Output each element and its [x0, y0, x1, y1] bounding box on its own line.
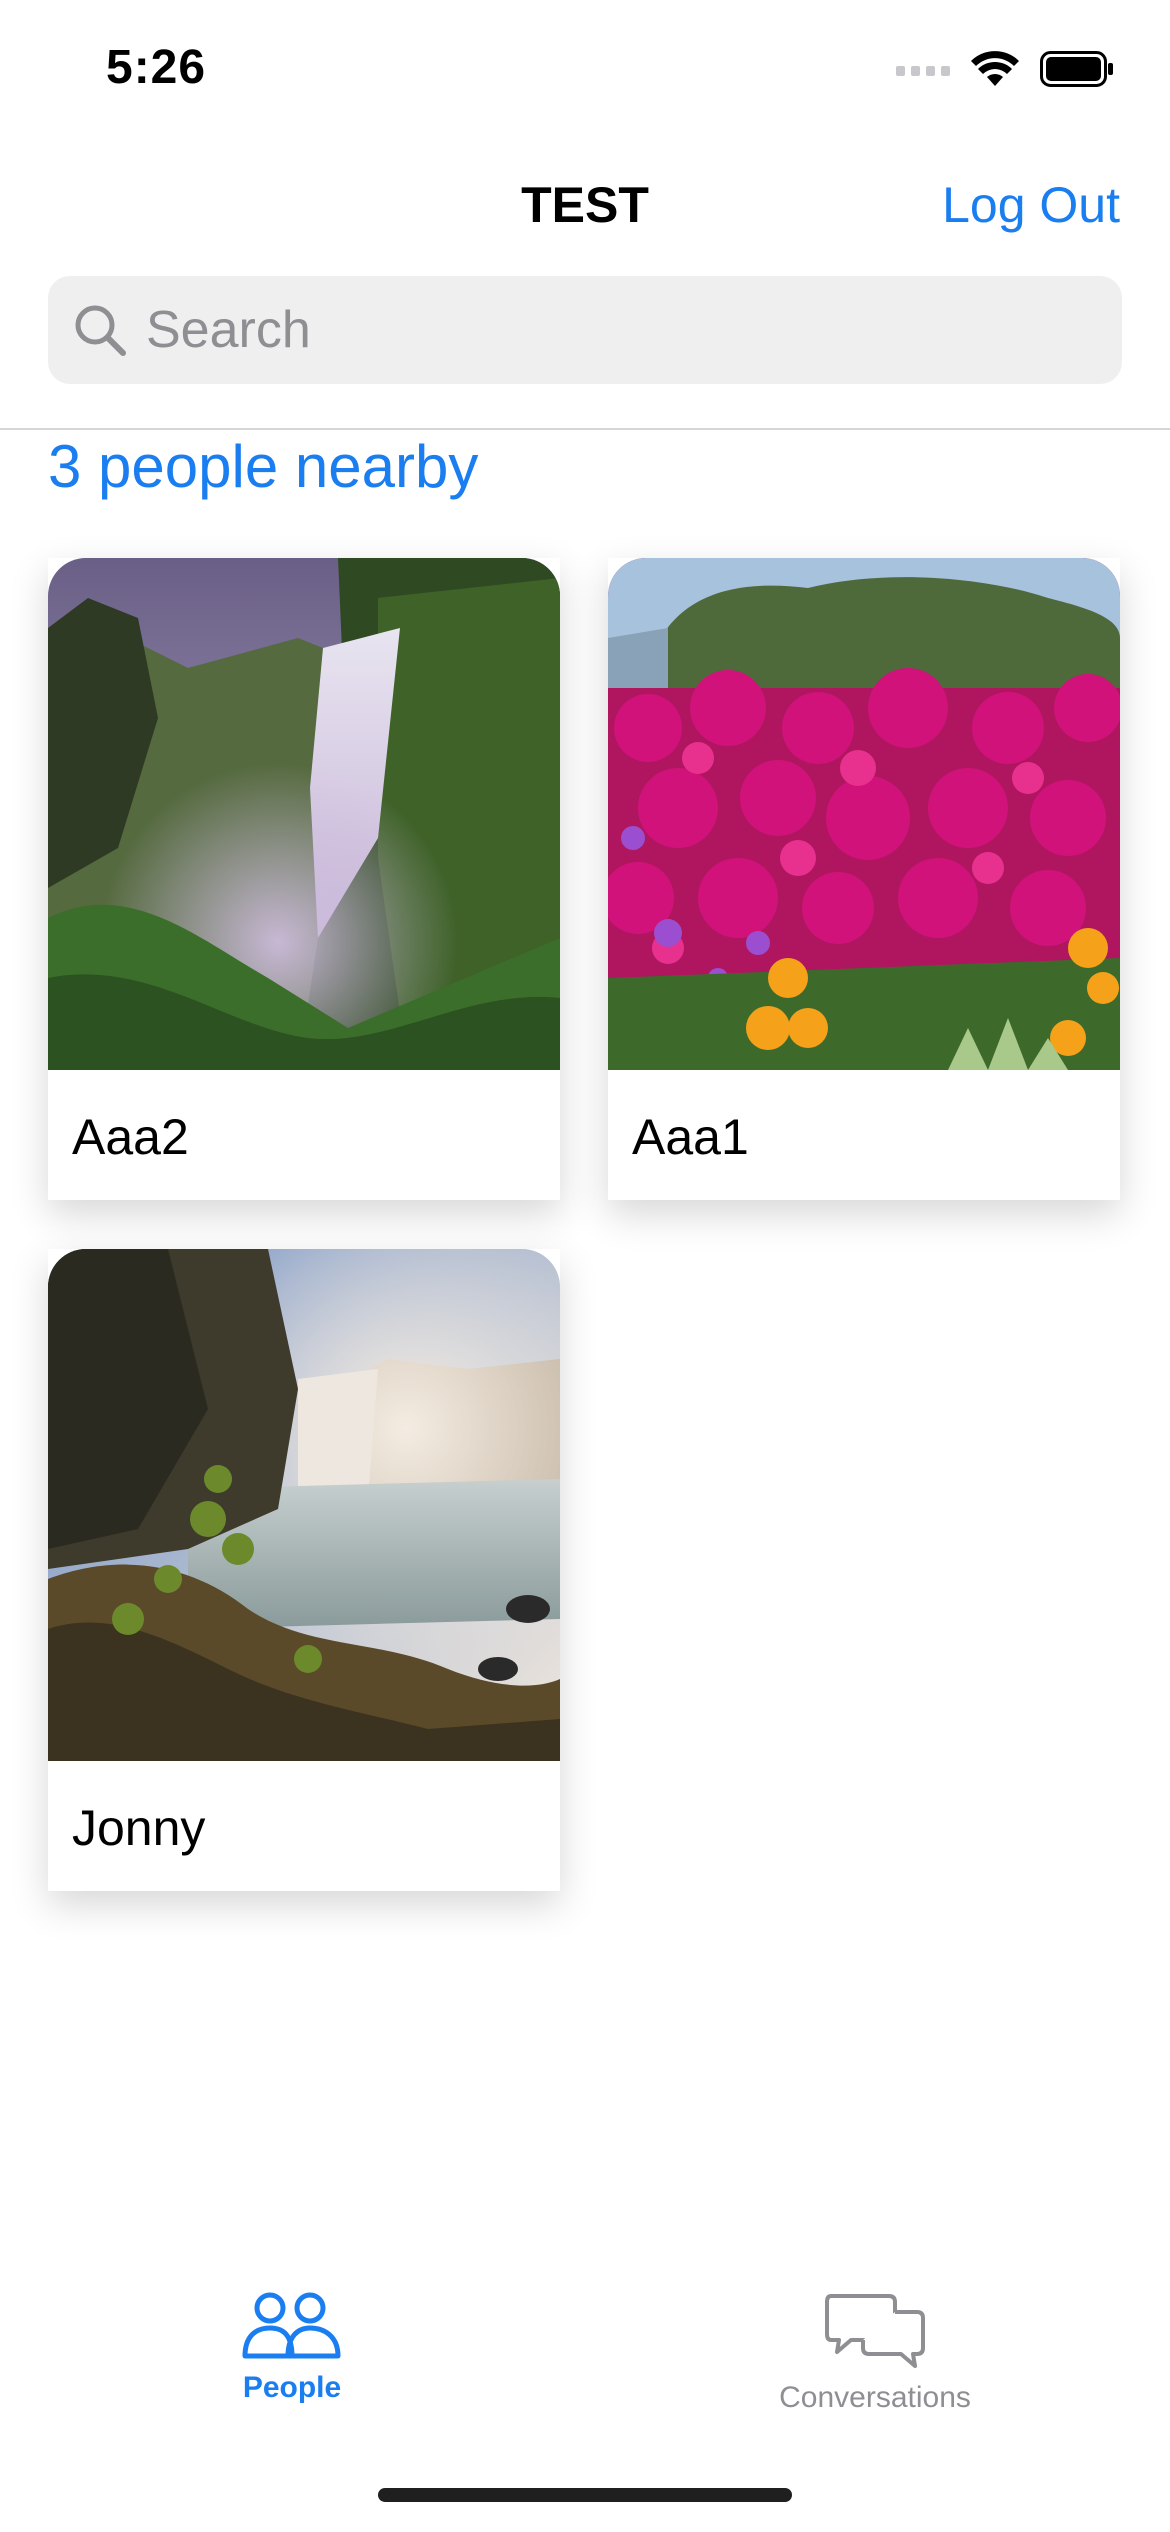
- tab-people[interactable]: People: [180, 2290, 404, 2405]
- status-time: 5:26: [106, 41, 207, 94]
- divider: [0, 428, 1170, 430]
- people-nearby-count: 3 people nearby: [48, 433, 479, 500]
- wifi-icon: [971, 51, 1019, 86]
- tab-conversations-label: Conversations: [779, 2381, 971, 2414]
- cellular-signal-icon: [896, 66, 950, 76]
- person-name: Aaa2: [72, 1109, 189, 1165]
- person-card[interactable]: Jonny: [48, 1249, 560, 1891]
- search-placeholder: Search: [146, 301, 311, 359]
- person-name: Aaa1: [632, 1109, 749, 1165]
- profile-photo: [48, 558, 560, 1070]
- home-indicator[interactable]: [378, 2488, 792, 2502]
- search-input[interactable]: Search: [48, 276, 1122, 384]
- profile-photo: [608, 558, 1120, 1070]
- tab-conversations[interactable]: Conversations: [760, 2290, 990, 2415]
- person-card[interactable]: Aaa2: [48, 558, 560, 1200]
- battery-icon: [1040, 51, 1113, 87]
- person-name: Jonny: [72, 1800, 206, 1856]
- search-icon: [70, 300, 130, 360]
- status-icons: [896, 50, 1114, 88]
- profile-photo: [48, 1249, 560, 1761]
- people-icon: [242, 2290, 342, 2365]
- chat-bubbles-icon: [825, 2290, 925, 2375]
- tab-people-label: People: [242, 2371, 342, 2404]
- log-out-button[interactable]: Log Out: [942, 176, 1120, 234]
- person-card[interactable]: Aaa1: [608, 558, 1120, 1200]
